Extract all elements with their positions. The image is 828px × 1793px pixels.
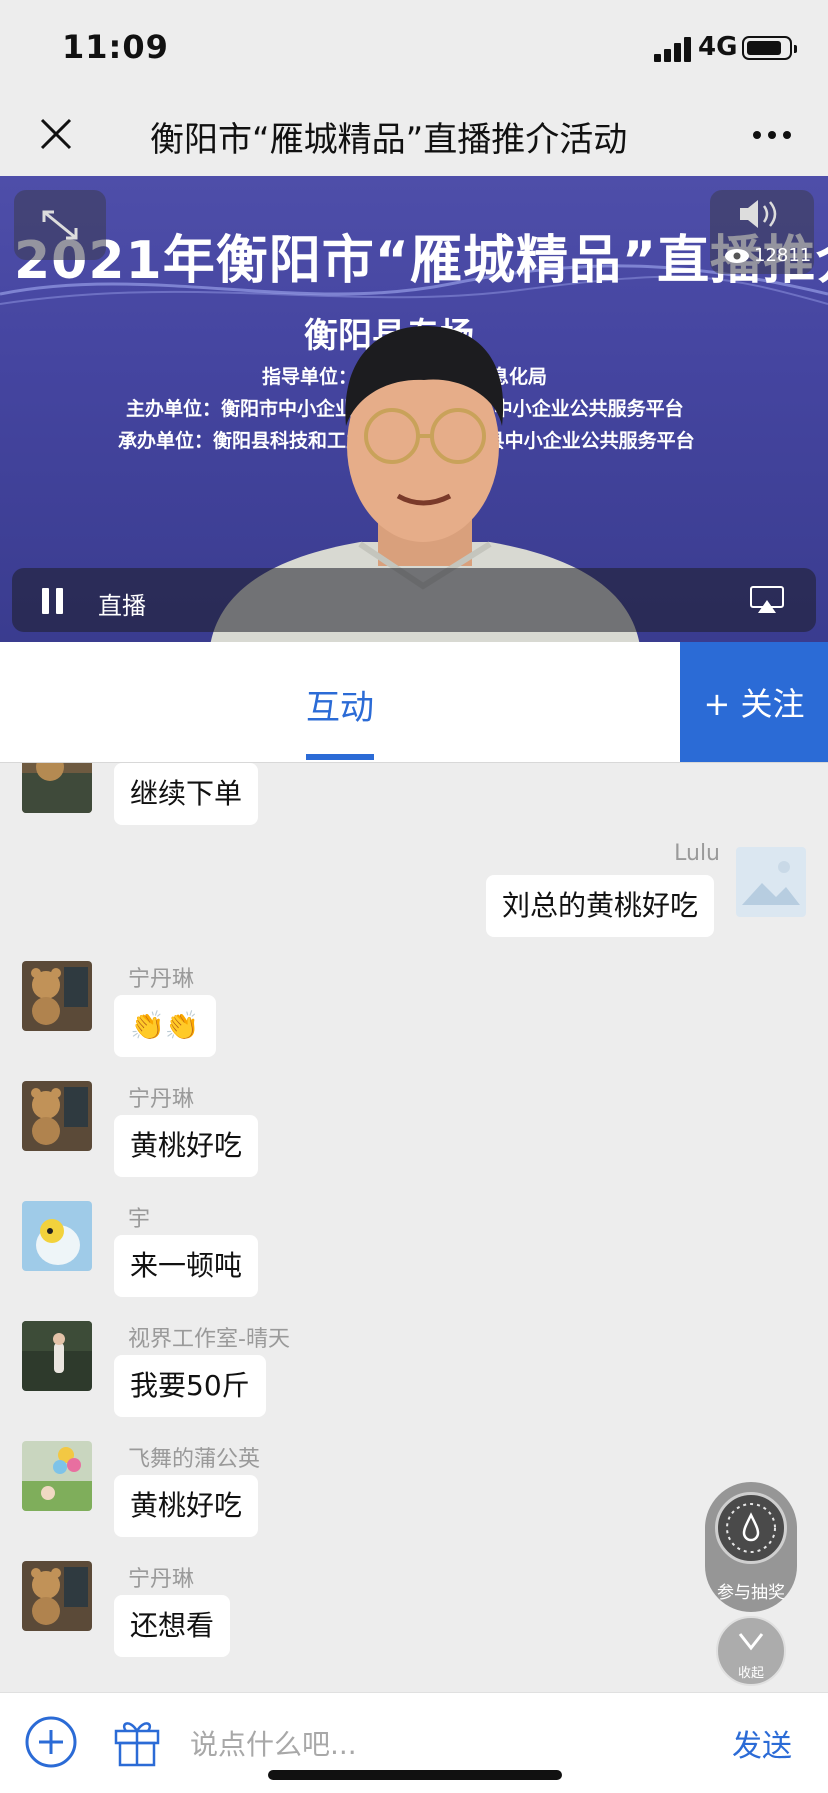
live-label: 直播	[98, 592, 146, 620]
collapse-label: 收起	[737, 1666, 764, 1681]
status-bar: 11:09 4G	[0, 0, 828, 96]
sender-name: 宁丹琳	[128, 1567, 195, 1592]
page-title: 衡阳市“雁城精品”直播推介活动	[150, 120, 628, 160]
avatar[interactable]	[736, 847, 806, 917]
lottery-dial-icon	[715, 1492, 787, 1564]
sender-name: 视界工作室-晴天	[128, 1327, 290, 1352]
tab-active-indicator	[306, 754, 374, 760]
lottery-button[interactable]: 参与抽奖	[705, 1482, 797, 1612]
more-icon[interactable]	[752, 130, 792, 140]
avatar[interactable]	[22, 763, 92, 813]
nav-bar: 衡阳市“雁城精品”直播推介活动	[0, 96, 828, 176]
close-icon[interactable]	[36, 114, 76, 154]
message-bubble[interactable]: 黄桃好吃	[114, 1115, 259, 1177]
add-icon[interactable]	[24, 1715, 78, 1769]
live-video-player[interactable]: 2021年衡阳市“雁城精品”直播推介活动 衡阳县专场 指导单位：衡阳市工业和信息…	[0, 176, 828, 642]
avatar[interactable]	[22, 1201, 92, 1271]
avatar[interactable]	[22, 1321, 92, 1391]
message-bubble[interactable]: 还想看	[114, 1595, 231, 1657]
gift-icon[interactable]	[112, 1715, 162, 1767]
message-bubble[interactable]: 来一顿吨	[114, 1235, 259, 1297]
expand-icon	[42, 210, 78, 240]
sender-name: 宁丹琳	[128, 1087, 195, 1112]
avatar[interactable]	[22, 1081, 92, 1151]
status-time: 11:09	[62, 28, 169, 66]
pause-icon[interactable]	[42, 588, 64, 614]
battery-icon	[742, 36, 797, 60]
video-control-bar: 直播	[12, 568, 816, 632]
banner-title: 2021年衡阳市“雁城精品”直播推介活动	[14, 231, 828, 291]
lottery-label: 参与抽奖	[717, 1583, 785, 1603]
avatar[interactable]	[22, 1561, 92, 1631]
eye-icon	[725, 249, 749, 263]
follow-button[interactable]: + 关注	[680, 642, 828, 762]
message-bubble[interactable]: 刘总的黄桃好吃	[485, 875, 714, 937]
airplay-icon[interactable]	[750, 586, 784, 614]
message-bubble[interactable]: 我要50斤	[114, 1355, 266, 1417]
network-type: 4G	[698, 32, 738, 62]
tab-interaction[interactable]: 互动	[306, 680, 374, 729]
comment-input[interactable]: 说点什么吧...	[190, 1723, 357, 1763]
avatar[interactable]	[22, 961, 92, 1031]
viewer-count: 12811	[754, 245, 812, 266]
signal-icon	[654, 37, 691, 62]
sender-name: Lulu	[674, 841, 720, 866]
home-indicator	[268, 1770, 562, 1780]
sender-name: 宁丹琳	[128, 967, 195, 992]
tab-bar: 互动 + 关注	[0, 642, 828, 763]
collapse-icon	[738, 1633, 764, 1651]
avatar[interactable]	[22, 1441, 92, 1511]
message-bubble[interactable]: 黄桃好吃	[114, 1475, 259, 1537]
chat-list[interactable]: 继续下单 Lulu 刘总的黄桃好吃 宁丹琳 👏👏 宁丹琳 黄桃好吃 宇 来一顿吨…	[0, 763, 828, 1693]
send-button[interactable]: 发送	[732, 1721, 792, 1765]
speaker-icon	[740, 200, 777, 228]
fullscreen-button[interactable]	[14, 190, 106, 260]
volume-button[interactable]: 12811	[710, 190, 814, 274]
sender-name: 宇	[128, 1207, 151, 1232]
sender-name: 飞舞的蒲公英	[128, 1447, 261, 1472]
message-bubble[interactable]: 👏👏	[114, 995, 216, 1057]
message-bubble[interactable]: 继续下单	[114, 763, 259, 825]
collapse-button[interactable]: 收起	[716, 1616, 786, 1686]
